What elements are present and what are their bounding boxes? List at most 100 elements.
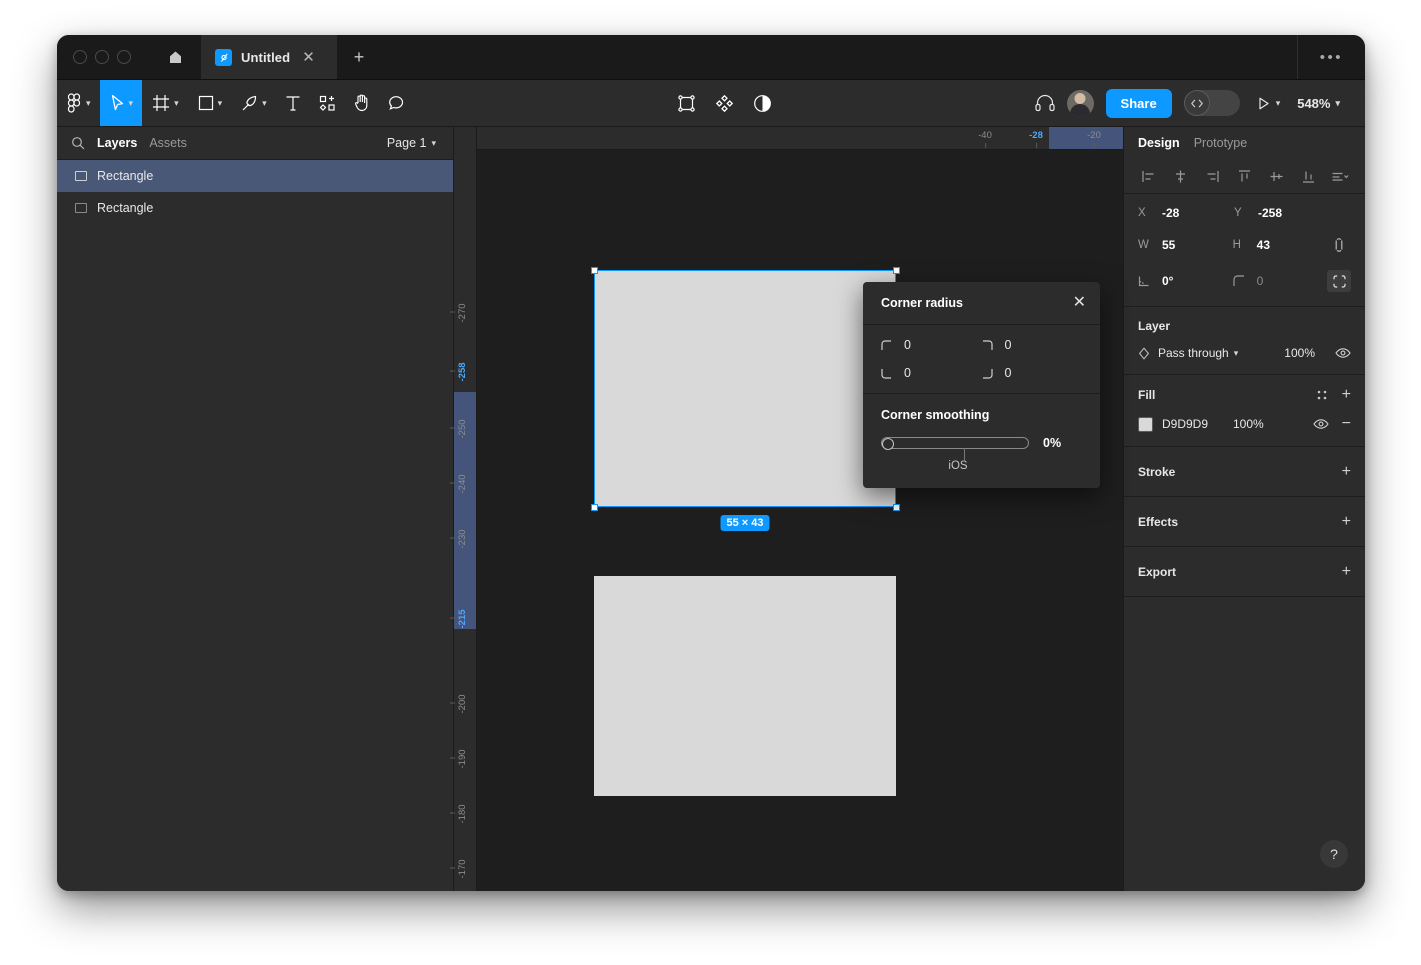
diamond-grid-icon[interactable] <box>715 94 734 113</box>
corner-radius-field[interactable]: 0 <box>1233 274 1328 288</box>
frame-icon <box>152 94 170 112</box>
tab-layers[interactable]: Layers <box>97 136 137 150</box>
resize-handle-top-right[interactable] <box>892 266 900 274</box>
align-bottom-icon[interactable] <box>1297 164 1321 188</box>
title-bar: Untitled ✕ + ••• <box>57 35 1365 80</box>
new-tab-button[interactable]: + <box>337 35 381 79</box>
avatar[interactable] <box>1066 89 1094 117</box>
canvas-viewport[interactable]: 55 × 43 <box>476 149 1123 891</box>
corner-top-right-field[interactable]: 0 <box>982 338 1083 352</box>
corner-smoothing-slider[interactable] <box>881 437 1029 462</box>
document-tab[interactable]: Untitled ✕ <box>201 35 337 79</box>
close-icon[interactable]: ✕ <box>1073 295 1086 311</box>
headphones-icon[interactable] <box>1034 94 1055 112</box>
corner-top-left-field[interactable]: 0 <box>881 338 982 352</box>
chevron-down-icon[interactable]: ▾ <box>218 98 228 109</box>
selection-bounds-icon[interactable] <box>677 94 696 113</box>
x-label: X <box>1138 207 1146 219</box>
resize-handle-top-left[interactable] <box>590 266 598 274</box>
code-brackets-icon <box>1183 90 1210 116</box>
add-export-button[interactable]: + <box>1342 563 1351 580</box>
close-icon[interactable]: ✕ <box>299 48 318 67</box>
layer-item-rectangle-2[interactable]: Rectangle <box>57 192 453 224</box>
slider-handle[interactable] <box>882 438 894 450</box>
corner-bl-value: 0 <box>904 366 911 380</box>
width-field[interactable]: W 55 <box>1138 238 1233 252</box>
layer-item-rectangle-1[interactable]: Rectangle <box>57 160 453 192</box>
distribute-icon[interactable] <box>1329 164 1353 188</box>
y-field[interactable]: Y -258 <box>1234 206 1330 220</box>
independent-corners-icon[interactable] <box>1327 270 1352 292</box>
search-icon[interactable] <box>71 136 85 150</box>
corner-br-value: 0 <box>1004 366 1012 380</box>
x-field[interactable]: X -28 <box>1138 206 1234 220</box>
tab-title: Untitled <box>241 49 291 65</box>
align-right-icon[interactable] <box>1200 164 1224 188</box>
chevron-down-icon[interactable]: ▾ <box>129 98 139 109</box>
half-circle-icon[interactable] <box>753 94 772 113</box>
minimize-window-button[interactable] <box>95 50 109 64</box>
dev-mode-toggle[interactable] <box>1183 90 1240 116</box>
pen-tool-button[interactable]: ▾ <box>231 80 276 126</box>
text-tool-button[interactable] <box>276 80 310 126</box>
corner-smoothing-slider-row: 0% <box>881 436 1082 462</box>
height-field[interactable]: H 43 <box>1233 238 1328 252</box>
chevron-down-icon: ▾ <box>1233 347 1239 358</box>
comment-tool-button[interactable] <box>379 80 414 126</box>
eye-icon[interactable] <box>1335 347 1351 359</box>
chevron-down-icon[interactable]: ▾ <box>1276 98 1286 109</box>
remove-fill-button[interactable]: − <box>1342 416 1351 432</box>
canvas-area[interactable]: 55 × 43 -40 -28 -20 -10 0 10 20 27 40 50… <box>450 127 1365 891</box>
eye-icon[interactable] <box>1312 418 1329 430</box>
chevron-down-icon[interactable]: ▾ <box>174 98 184 109</box>
zoom-control[interactable]: 548% ▾ <box>1297 96 1349 111</box>
fill-hex-value[interactable]: D9D9D9 <box>1162 417 1224 431</box>
link-proportions-icon[interactable] <box>1327 234 1351 256</box>
page-selector[interactable]: Page 1 ▾ <box>387 136 441 150</box>
tab-prototype[interactable]: Prototype <box>1194 136 1248 150</box>
vertical-ruler[interactable]: -270 -258 -250 -240 -230 -215 -200 -190 … <box>450 127 477 891</box>
rectangle-icon <box>75 203 87 213</box>
style-picker-icon[interactable] <box>1316 389 1328 401</box>
close-window-button[interactable] <box>73 50 87 64</box>
tab-assets[interactable]: Assets <box>149 136 187 150</box>
resources-tool-button[interactable] <box>310 80 345 126</box>
present-button[interactable]: ▾ <box>1252 96 1286 111</box>
figma-menu-button[interactable]: ▾ <box>57 80 100 126</box>
fill-color-swatch[interactable] <box>1138 416 1153 432</box>
corner-radius-popover[interactable]: Corner radius ✕ 0 0 0 0 Corner smoothing… <box>863 282 1100 488</box>
resize-handle-bottom-left[interactable] <box>590 503 598 511</box>
rectangle-shape-selected[interactable] <box>594 270 896 507</box>
blend-mode-selector[interactable]: Pass through ▾ <box>1158 346 1243 360</box>
hand-tool-button[interactable] <box>345 80 379 126</box>
maximize-window-button[interactable] <box>117 50 131 64</box>
rotation-field[interactable]: 0° <box>1138 274 1233 288</box>
align-top-icon[interactable] <box>1232 164 1256 188</box>
add-effect-button[interactable]: + <box>1342 513 1351 530</box>
corner-bottom-left-field[interactable]: 0 <box>881 366 982 380</box>
overflow-menu-button[interactable]: ••• <box>1296 35 1365 79</box>
resize-handle-bottom-right[interactable] <box>892 503 900 511</box>
share-button[interactable]: Share <box>1105 88 1172 118</box>
align-h-center-icon[interactable] <box>1168 164 1192 188</box>
add-stroke-button[interactable]: + <box>1342 463 1351 480</box>
window-controls[interactable] <box>57 35 149 79</box>
help-button[interactable]: ? <box>1320 840 1348 868</box>
layer-opacity-value[interactable]: 100% <box>1284 346 1315 360</box>
align-v-center-icon[interactable] <box>1265 164 1289 188</box>
add-fill-button[interactable]: + <box>1342 387 1351 403</box>
horizontal-ruler[interactable]: -40 -28 -20 -10 0 10 20 27 40 50 60 <box>454 127 1365 150</box>
fill-opacity-value[interactable]: 100% <box>1233 417 1264 431</box>
tab-design[interactable]: Design <box>1138 136 1180 150</box>
frame-tool-button[interactable]: ▾ <box>142 80 188 126</box>
chevron-down-icon[interactable]: ▾ <box>1335 98 1345 109</box>
shape-tool-button[interactable]: ▾ <box>188 80 232 126</box>
move-tool-button[interactable]: ▾ <box>99 80 143 126</box>
page-selector-label: Page 1 <box>386 136 427 150</box>
corner-bottom-right-field[interactable]: 0 <box>982 366 1083 380</box>
chevron-down-icon[interactable]: ▾ <box>262 98 272 109</box>
rectangle-shape-second[interactable] <box>594 576 896 796</box>
home-button[interactable] <box>149 35 201 79</box>
align-left-icon[interactable] <box>1136 164 1160 188</box>
chevron-down-icon[interactable]: ▾ <box>86 98 96 109</box>
